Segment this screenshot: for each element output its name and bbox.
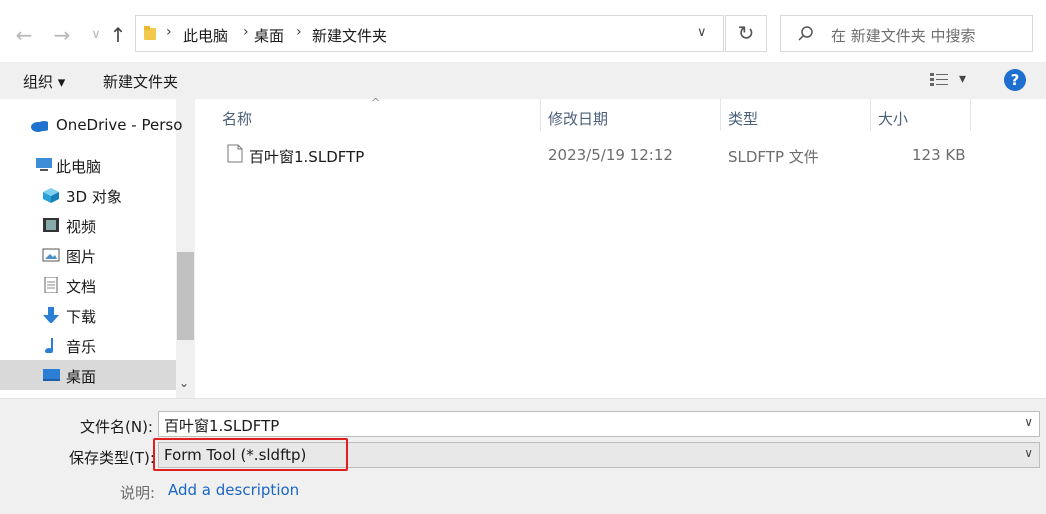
sidebar-item-pictures[interactable]: 图片 (0, 240, 176, 270)
refresh-button[interactable]: ↻ (725, 15, 767, 52)
sidebar-item-label: OneDrive - Perso (56, 116, 183, 134)
column-divider[interactable] (720, 99, 721, 131)
recent-locations-button[interactable]: ∨ (84, 22, 108, 48)
address-bar[interactable]: › 此电脑 › 桌面 › 新建文件夹 ∨ (135, 15, 724, 52)
sidebar-item-label: 图片 (66, 248, 97, 266)
sidebar-item-this-pc[interactable]: 此电脑 (0, 150, 176, 180)
filename-label: 文件名(N): (80, 418, 153, 436)
breadcrumb-desktop[interactable]: 桌面 (254, 25, 284, 46)
music-icon (45, 338, 53, 353)
sidebar-item-music[interactable]: 音乐 (0, 330, 176, 360)
help-button[interactable]: ? (1004, 69, 1026, 91)
sidebar-item-label: 桌面 (66, 368, 97, 386)
column-header-size[interactable]: 大小 (878, 108, 908, 129)
file-type: SLDFTP 文件 (728, 148, 819, 166)
up-button[interactable]: ↑ (106, 22, 130, 48)
back-button[interactable]: ← (12, 22, 36, 48)
chevron-down-icon[interactable]: ∨ (1024, 415, 1033, 429)
view-options-dropdown[interactable]: ▾ (959, 71, 966, 87)
sidebar-item-label: 视频 (66, 218, 97, 236)
add-description-link[interactable]: Add a description (168, 481, 299, 499)
navigation-pane-scrollbar[interactable] (176, 99, 195, 398)
filename-value: 百叶窗1.SLDFTP (164, 417, 280, 435)
sidebar-item-label: 此电脑 (56, 158, 102, 176)
column-header-type[interactable]: 类型 (728, 108, 758, 129)
sidebar-item-downloads[interactable]: 下载 (0, 300, 176, 330)
column-divider[interactable] (540, 99, 541, 131)
sidebar-item-label: 文档 (66, 278, 97, 296)
sort-ascending-icon: ^ (371, 96, 381, 109)
video-icon (43, 218, 59, 232)
desktop-icon (43, 369, 60, 381)
cube-icon (43, 188, 59, 203)
view-options-icon[interactable] (929, 72, 949, 88)
search-icon (798, 26, 813, 41)
sidebar-item-desktop[interactable]: 桌面 (0, 360, 176, 390)
breadcrumb-separator: › (296, 24, 302, 40)
scroll-down-icon[interactable]: ⌄ (179, 376, 189, 390)
sidebar-item-onedrive[interactable]: OneDrive - Perso (0, 110, 182, 140)
search-placeholder: 在 新建文件夹 中搜索 (831, 27, 976, 45)
sidebar-item-label: 3D 对象 (66, 188, 122, 206)
organize-button[interactable]: 组织 ▾ (23, 71, 65, 92)
document-icon (44, 277, 58, 293)
file-date-modified: 2023/5/19 12:12 (548, 146, 673, 164)
save-type-label: 保存类型(T): (69, 449, 155, 467)
computer-icon (36, 158, 52, 171)
chevron-down-icon[interactable]: ∨ (1024, 446, 1033, 460)
column-header-name[interactable]: 名称 (222, 108, 252, 129)
file-name[interactable]: 百叶窗1.SLDFTP (249, 146, 364, 167)
description-label: 说明: (120, 484, 156, 502)
breadcrumb-this-pc[interactable]: 此电脑 (183, 25, 228, 46)
folder-icon (144, 26, 156, 40)
picture-icon (42, 248, 60, 262)
sidebar-item-label: 下载 (66, 308, 97, 326)
file-icon (227, 144, 243, 163)
column-divider[interactable] (870, 99, 871, 131)
column-divider[interactable] (970, 99, 971, 131)
filename-field[interactable]: 百叶窗1.SLDFTP ∨ (158, 411, 1040, 437)
sidebar-item-documents[interactable]: 文档 (0, 270, 176, 300)
search-input[interactable]: 在 新建文件夹 中搜索 (780, 15, 1033, 52)
cloud-icon (31, 121, 48, 132)
sidebar-item-3d-objects[interactable]: 3D 对象 (0, 180, 176, 210)
sidebar-item-videos[interactable]: 视频 (0, 210, 176, 240)
breadcrumb-separator: › (166, 24, 172, 40)
highlight-annotation-box (153, 438, 348, 471)
download-icon (43, 307, 59, 323)
breadcrumb-new-folder[interactable]: 新建文件夹 (312, 25, 387, 46)
new-folder-button[interactable]: 新建文件夹 (103, 71, 178, 92)
scrollbar-thumb[interactable] (177, 252, 194, 340)
breadcrumb-separator: › (243, 24, 249, 40)
file-size: 123 KB (912, 146, 966, 164)
forward-button[interactable]: → (50, 22, 74, 48)
column-header-date-modified[interactable]: 修改日期 (548, 108, 608, 129)
address-dropdown-button[interactable]: ∨ (697, 25, 707, 40)
sidebar-item-label: 音乐 (66, 338, 97, 356)
